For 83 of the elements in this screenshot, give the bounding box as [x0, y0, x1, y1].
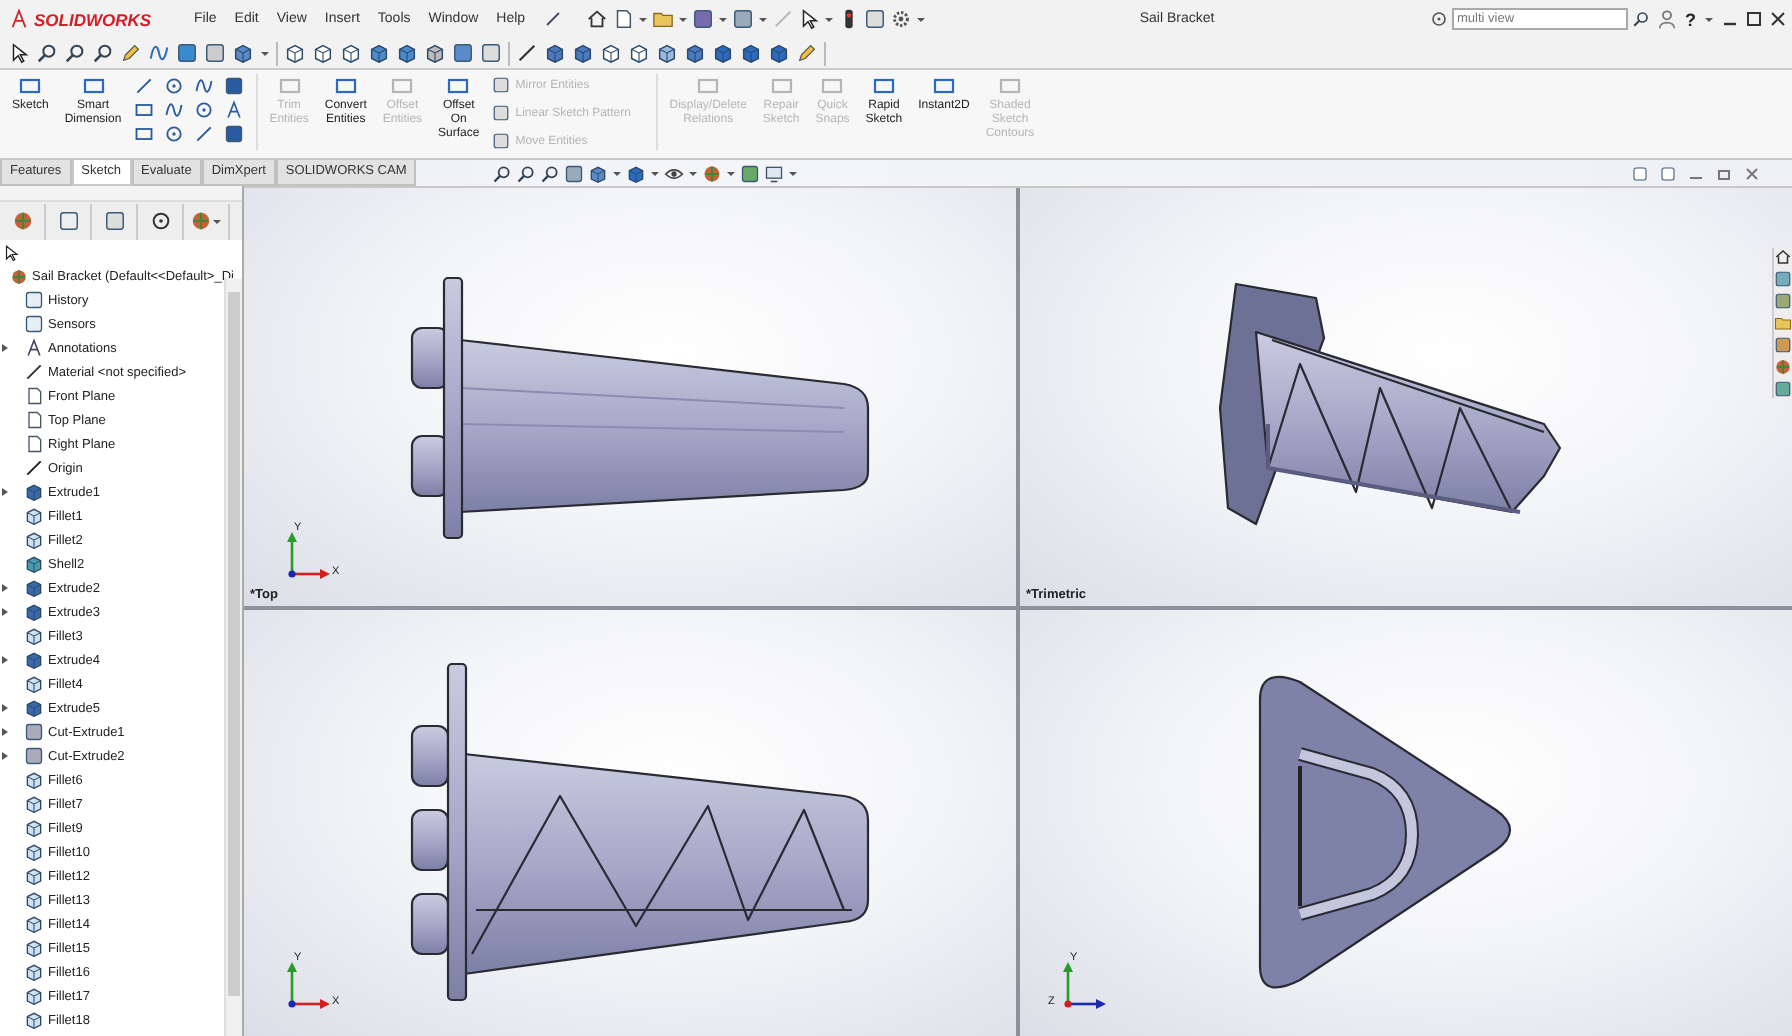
left-view-icon[interactable]	[600, 42, 622, 64]
zoom-fit-icon[interactable]	[492, 163, 513, 183]
isometric-view-icon[interactable]	[712, 42, 734, 64]
zoom-area-icon[interactable]	[516, 163, 537, 183]
point-icon[interactable]	[163, 124, 184, 144]
trimetric-view-icon[interactable]	[740, 42, 762, 64]
open-folder-icon[interactable]	[651, 8, 674, 30]
zoom-previous-icon[interactable]	[92, 42, 114, 64]
home-icon[interactable]	[585, 8, 608, 30]
bottom-view-icon[interactable]	[684, 42, 706, 64]
appearance-icon[interactable]	[702, 163, 723, 183]
task-appearance-icon[interactable]	[1774, 358, 1792, 376]
shell-icon	[24, 554, 44, 574]
command-icon	[931, 74, 956, 98]
hidden-removed-icon[interactable]	[340, 42, 362, 64]
task-home-icon[interactable]	[1774, 248, 1792, 266]
view-orientation-icon[interactable]	[232, 42, 254, 64]
app-logo: SOLIDWORKS	[34, 9, 152, 29]
text-icon[interactable]	[223, 100, 244, 120]
view-orientation-icon[interactable]	[588, 163, 609, 183]
expand-arrow-icon[interactable]	[2, 704, 8, 712]
ds-logo-icon	[8, 8, 30, 30]
help-circle-icon[interactable]	[1429, 10, 1447, 28]
command-icon	[997, 74, 1022, 98]
extrude-icon	[24, 578, 44, 598]
line-icon[interactable]	[133, 76, 154, 96]
zoom-area-icon[interactable]	[64, 42, 86, 64]
extrude-icon	[24, 698, 44, 718]
command-icon	[820, 74, 845, 98]
command-icon	[277, 74, 302, 98]
zoom-fit-icon[interactable]	[36, 42, 58, 64]
filter-icon[interactable]	[2, 243, 20, 261]
top-view-icon[interactable]	[656, 42, 678, 64]
shaded-edges-icon[interactable]	[368, 42, 390, 64]
rectangle-icon[interactable]	[133, 100, 154, 120]
expand-arrow-icon[interactable]	[2, 584, 8, 592]
annotation-icon	[24, 338, 44, 358]
circle-icon[interactable]	[163, 76, 184, 96]
extrude-icon	[24, 482, 44, 502]
command-icon	[696, 74, 721, 98]
command-icon	[446, 74, 471, 98]
expand-arrow-icon[interactable]	[2, 752, 8, 760]
command-icon	[871, 74, 896, 98]
hide-show-icon[interactable]	[664, 163, 685, 183]
expand-arrow-icon[interactable]	[2, 488, 8, 496]
sketch-icon	[18, 74, 43, 98]
smart-dimension-icon	[81, 74, 106, 98]
task-explorer-icon[interactable]	[1774, 314, 1792, 332]
previous-view-icon[interactable]	[540, 163, 561, 183]
expand-arrow-icon[interactable]	[2, 656, 8, 664]
dimxpert-manager-icon[interactable]	[149, 210, 171, 232]
wireframe-icon[interactable]	[284, 42, 306, 64]
shaded-icon[interactable]	[396, 42, 418, 64]
expand-arrow-icon[interactable]	[2, 728, 8, 736]
extrude-icon	[24, 602, 44, 622]
new-document-icon[interactable]	[611, 8, 634, 30]
maximize-icon[interactable]	[1746, 10, 1762, 28]
feature-manager-icon[interactable]	[11, 210, 33, 232]
part-icon	[10, 267, 28, 285]
back-view-icon[interactable]	[572, 42, 594, 64]
extrude-icon	[24, 650, 44, 670]
select-icon[interactable]	[8, 42, 30, 64]
expand-arrow-icon[interactable]	[2, 608, 8, 616]
settings-icon[interactable]	[889, 8, 912, 30]
user-icon[interactable]	[1655, 8, 1677, 30]
hidden-lines-icon[interactable]	[312, 42, 334, 64]
select-cursor-icon[interactable]	[797, 8, 820, 30]
dimetric-view-icon[interactable]	[768, 42, 790, 64]
close-icon[interactable]	[1770, 10, 1786, 28]
view-settings-icon[interactable]	[764, 163, 785, 183]
expand-arrow-icon[interactable]	[2, 344, 8, 352]
command-icon	[769, 74, 794, 98]
perspective-icon[interactable]	[424, 42, 446, 64]
display-style-icon[interactable]	[626, 163, 647, 183]
command-icon	[333, 74, 358, 98]
help-button[interactable]: ?	[1685, 9, 1696, 29]
command-icon	[390, 74, 415, 98]
search-icon[interactable]	[1631, 10, 1649, 28]
right-view-icon[interactable]	[628, 42, 650, 64]
restore-icon[interactable]	[1716, 165, 1732, 181]
spline-icon[interactable]	[193, 76, 214, 96]
front-view-icon[interactable]	[544, 42, 566, 64]
display-manager-icon[interactable]	[190, 210, 212, 232]
